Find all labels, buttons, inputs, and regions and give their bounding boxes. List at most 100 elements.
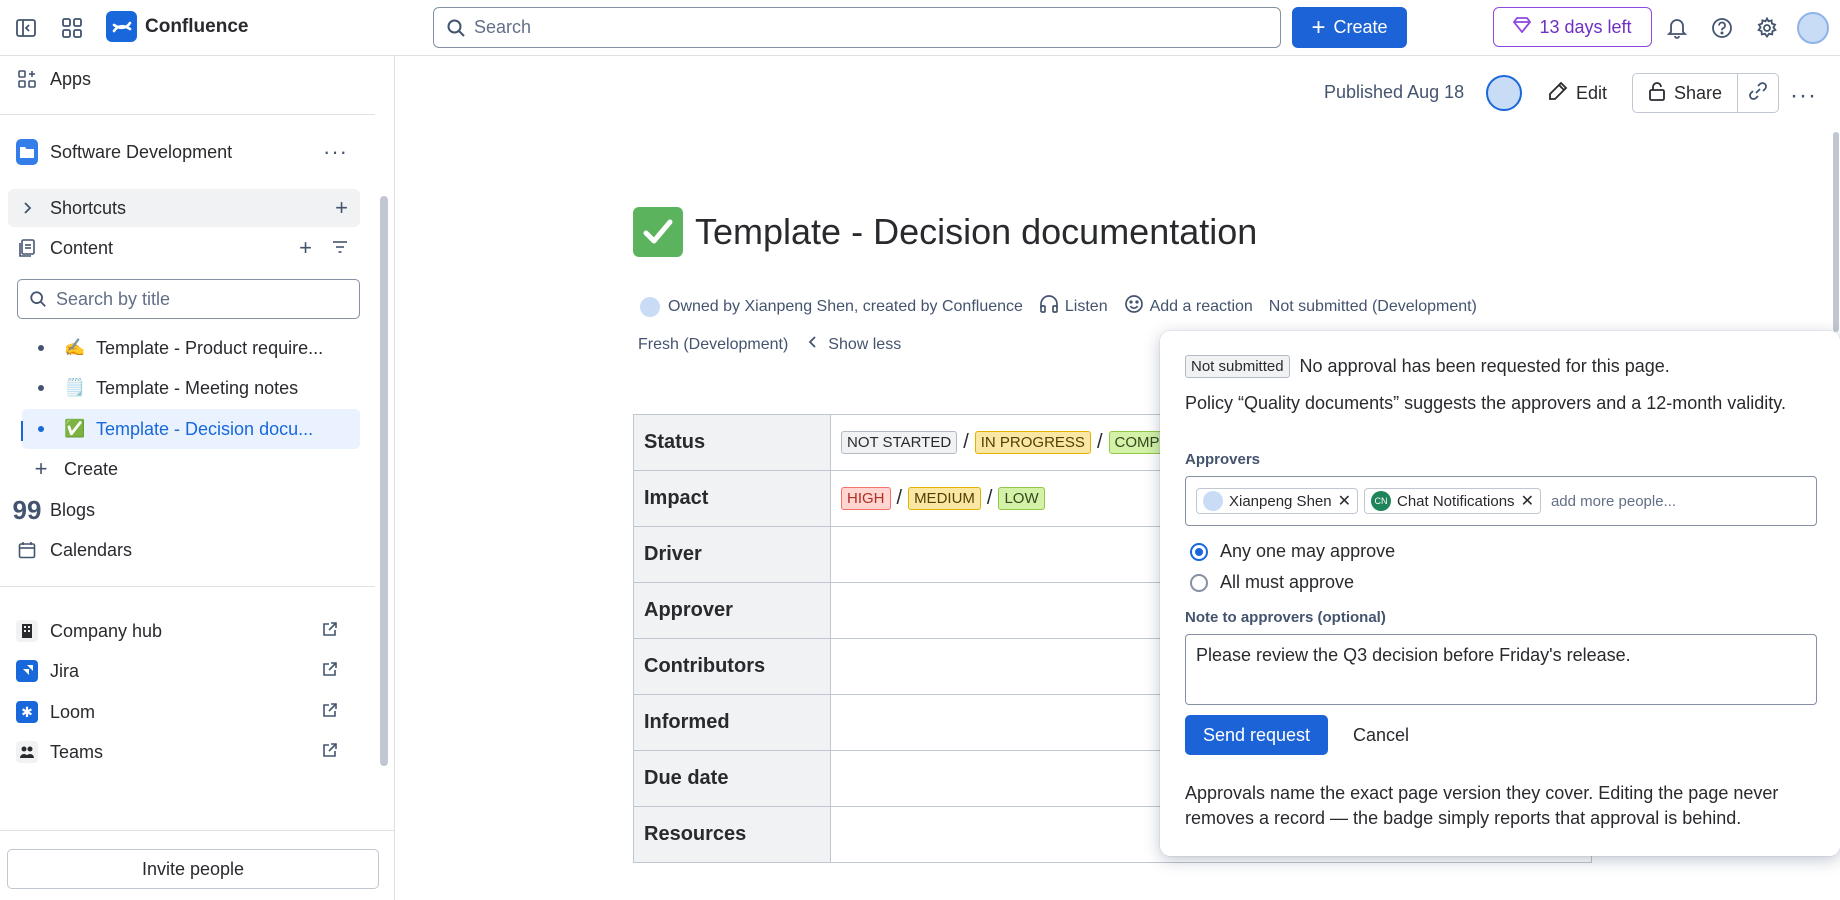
- tree-item-label: Template - Product require...: [96, 337, 324, 358]
- more-actions-icon[interactable]: ···: [1790, 82, 1817, 110]
- sidebar-app-loom[interactable]: ✱ Loom: [8, 693, 360, 731]
- sidebar-item-shortcuts[interactable]: Shortcuts +: [8, 189, 360, 227]
- send-label: Send request: [1202, 724, 1311, 745]
- sidebar-item-label: Loom: [50, 701, 96, 722]
- add-more-people-input[interactable]: add more people...: [1551, 493, 1676, 510]
- table-header-cell: Contributors: [633, 638, 831, 695]
- approver-avatar: CN: [1371, 491, 1391, 511]
- chevron-left-icon: [808, 335, 818, 354]
- approver-chip[interactable]: CN Chat Notifications ✕: [1364, 488, 1541, 514]
- confluence-logo[interactable]: Confluence: [106, 11, 248, 42]
- option-any-one[interactable]: Any one may approve: [1190, 541, 1395, 562]
- more-options-icon[interactable]: ···: [323, 139, 348, 165]
- loom-icon: ✱: [16, 701, 38, 723]
- bullet: [38, 385, 44, 391]
- status-badge: Not submitted: [1185, 355, 1290, 378]
- sidebar-app-teams[interactable]: Teams: [8, 733, 360, 771]
- status-lozenge: IN PROGRESS: [974, 431, 1091, 454]
- search-by-title-input[interactable]: Search by title: [17, 279, 360, 319]
- headphones-icon: [1039, 295, 1059, 318]
- page-scrollbar[interactable]: [1833, 132, 1839, 332]
- contributor-avatar[interactable]: [1486, 75, 1522, 111]
- add-reaction-button[interactable]: Add a reaction: [1124, 294, 1253, 319]
- tree-item[interactable]: ✍️ Template - Product require...: [22, 328, 360, 368]
- bell-icon[interactable]: [1661, 12, 1693, 44]
- sidebar-item-calendars[interactable]: Calendars: [8, 531, 360, 569]
- page-byline-second: Fresh (Development) Show less: [638, 335, 901, 354]
- sidebar-item-label: Teams: [50, 741, 104, 762]
- approvers-picker[interactable]: Xianpeng Shen ✕ CN Chat Notifications ✕ …: [1185, 476, 1817, 526]
- active-indicator: [21, 421, 23, 441]
- plus-icon: +: [1311, 13, 1326, 41]
- listen-label: Listen: [1064, 297, 1108, 315]
- sidebar-app-jira[interactable]: Jira: [8, 652, 360, 690]
- profile-avatar[interactable]: [1797, 12, 1829, 44]
- help-icon[interactable]: [1706, 12, 1738, 44]
- search-placeholder: Search: [474, 17, 532, 37]
- sidebar-item-content[interactable]: Content +: [8, 229, 360, 267]
- plus-icon: +: [34, 456, 48, 481]
- filter-icon[interactable]: [332, 238, 348, 259]
- gear-icon[interactable]: [1751, 12, 1783, 44]
- space-header[interactable]: Software Development ···: [8, 133, 360, 171]
- radio-selected[interactable]: [1190, 542, 1208, 561]
- sidebar-item-apps[interactable]: Apps: [8, 60, 360, 98]
- sidebar-app-company-hub[interactable]: Company hub: [8, 612, 360, 650]
- freshness-status[interactable]: Fresh (Development): [638, 336, 788, 354]
- sidebar-item-label: Content: [50, 237, 114, 258]
- show-less-button[interactable]: Show less: [808, 335, 901, 354]
- sidebar-item-label: Blogs: [50, 499, 96, 520]
- pencil-icon: [1548, 81, 1568, 106]
- search-input[interactable]: Search: [433, 7, 1281, 48]
- cancel-button[interactable]: Cancel: [1353, 715, 1409, 755]
- writing-hand-icon: ✍️: [64, 338, 86, 357]
- top-navigation-bar: Confluence Search + Create 13 days left: [0, 0, 1840, 56]
- send-request-button[interactable]: Send request: [1185, 715, 1328, 755]
- divider: [0, 586, 375, 587]
- building-icon: [16, 620, 38, 642]
- radio-unselected[interactable]: [1190, 573, 1208, 592]
- close-icon[interactable]: ✕: [1338, 491, 1351, 511]
- listen-button[interactable]: Listen: [1039, 295, 1108, 318]
- quote-icon: 99: [12, 495, 42, 525]
- trial-badge-button[interactable]: 13 days left: [1493, 7, 1652, 47]
- sidebar-item-blogs[interactable]: 99 Blogs: [8, 491, 360, 529]
- apps-icon: [16, 70, 38, 88]
- approver-name: Xianpeng Shen: [1229, 492, 1332, 510]
- approver-chip[interactable]: Xianpeng Shen ✕: [1196, 488, 1358, 514]
- approval-footer-text: Approvals name the exact page version th…: [1185, 783, 1779, 828]
- sidebar-item-label: Jira: [50, 660, 80, 681]
- owner-text[interactable]: Owned by Xianpeng Shen, created by Confl…: [668, 298, 1023, 316]
- page-byline: Owned by Xianpeng Shen, created by Confl…: [640, 294, 1493, 319]
- add-shortcut-icon[interactable]: +: [335, 195, 348, 221]
- teams-icon: [16, 741, 38, 763]
- sidebar-toggle-icon[interactable]: [10, 12, 42, 44]
- approval-status-link[interactable]: Not submitted (Development): [1269, 298, 1477, 316]
- sidebar-create-button[interactable]: + Create: [22, 450, 374, 488]
- note-to-approvers-field[interactable]: Please review the Q3 decision before Fri…: [1185, 634, 1817, 705]
- option-label: Any one may approve: [1220, 541, 1396, 561]
- table-header-cell: Informed: [633, 694, 831, 751]
- tree-item-active[interactable]: ✅ Template - Decision docu...: [22, 409, 360, 449]
- approver-name: Chat Notifications: [1397, 492, 1515, 510]
- close-icon[interactable]: ✕: [1521, 491, 1534, 511]
- create-label: Create: [1333, 17, 1388, 37]
- link-icon: [1748, 81, 1768, 106]
- invite-people-button[interactable]: Invite people: [7, 849, 379, 889]
- share-button[interactable]: Share: [1632, 73, 1738, 113]
- owner-avatar: [640, 296, 660, 317]
- sidebar-scrollbar[interactable]: [380, 196, 388, 766]
- external-link-icon: [322, 742, 338, 763]
- option-all-must[interactable]: All must approve: [1190, 572, 1354, 593]
- copy-link-button[interactable]: [1737, 73, 1779, 113]
- add-content-icon[interactable]: +: [299, 235, 312, 261]
- check-mark-icon[interactable]: [633, 207, 683, 257]
- app-switcher-icon[interactable]: [56, 12, 88, 44]
- tree-item[interactable]: 🗒️ Template - Meeting notes: [22, 368, 360, 408]
- tree-item-label: Template - Meeting notes: [96, 377, 299, 398]
- external-link-icon: [322, 621, 338, 642]
- create-button[interactable]: + Create: [1292, 7, 1407, 48]
- published-date[interactable]: Published Aug 18: [1324, 82, 1464, 103]
- search-placeholder: Search by title: [56, 288, 171, 309]
- edit-button[interactable]: Edit: [1548, 73, 1607, 113]
